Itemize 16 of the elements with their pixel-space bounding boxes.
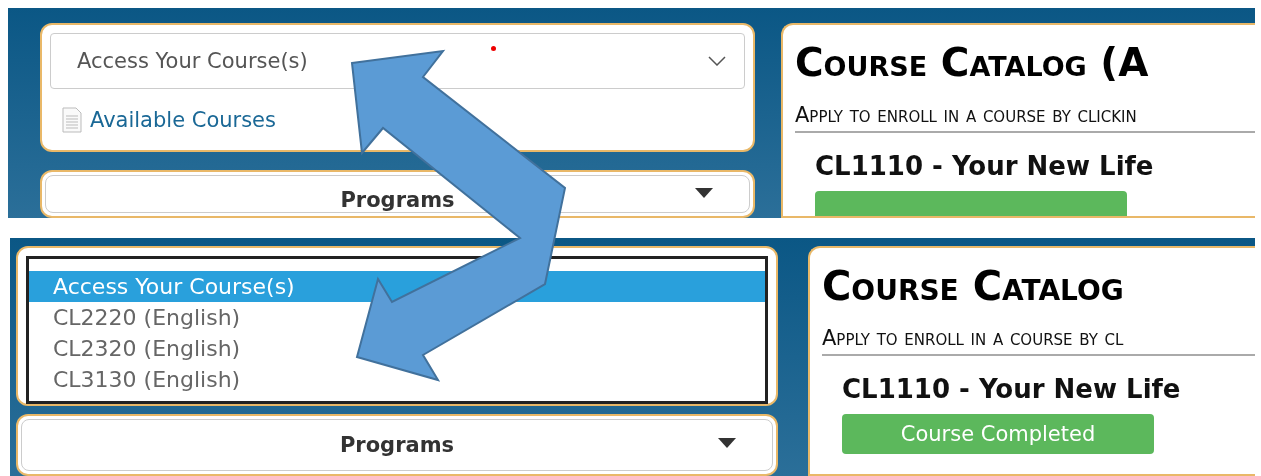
document-icon xyxy=(62,107,82,133)
catalog-subtitle: Apply to enroll in a course by clickin xyxy=(795,97,1255,133)
course-title: CL1110 - Your New Life xyxy=(815,151,1155,181)
available-courses-link[interactable]: Available Courses xyxy=(90,108,276,132)
programs-toggle[interactable]: Programs xyxy=(21,419,773,471)
catalog-title: Course Catalog xyxy=(822,262,1125,310)
caret-icon xyxy=(718,438,736,448)
course-option[interactable]: CL3130 (English) xyxy=(29,364,765,395)
course-select[interactable]: Access Your Course(s) xyxy=(50,33,745,89)
catalog-subtitle: Apply to enroll in a course by cl xyxy=(822,320,1255,356)
course-option[interactable]: CL2220 (English) xyxy=(29,302,765,333)
catalog-title: Course Catalog (A xyxy=(795,39,1150,87)
caret-icon xyxy=(695,188,713,198)
chevron-down-icon xyxy=(708,56,726,66)
course-option[interactable]: CL2320 (English) xyxy=(29,333,765,364)
course-title: CL1110 - Your New Life xyxy=(842,374,1182,404)
